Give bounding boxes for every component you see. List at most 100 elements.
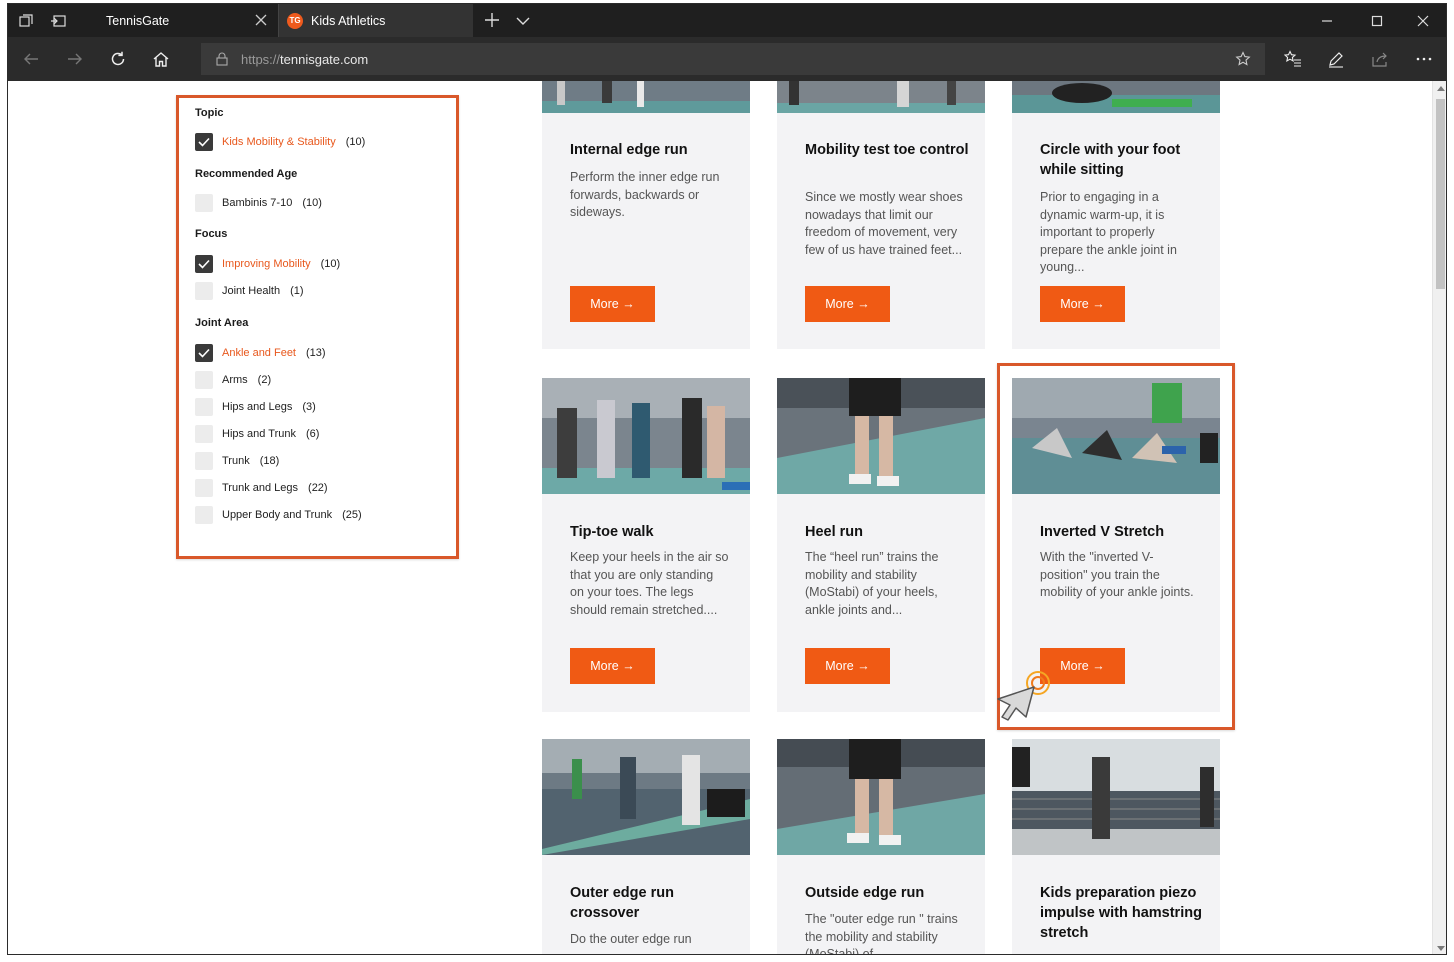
exercise-photo[interactable] (777, 378, 985, 494)
card-title[interactable]: Mobility test toe control (805, 140, 970, 160)
url-text: https://tennisgate.com (241, 52, 368, 67)
more-button[interactable]: More → (570, 286, 655, 322)
maximize-icon[interactable] (1354, 4, 1400, 37)
chevron-down-icon[interactable] (514, 12, 532, 30)
checkbox[interactable] (195, 425, 213, 443)
checkbox-checked[interactable] (195, 344, 213, 362)
checkbox[interactable] (195, 194, 213, 212)
page-content: Topic Kids Mobility & Stability (10) Rec… (8, 81, 1432, 954)
card-description: The “heel run” trains the mobility and s… (805, 550, 939, 617)
filter-option-improving-mobility[interactable]: Improving Mobility (10) (195, 254, 340, 274)
filter-panel: Topic Kids Mobility & Stability (10) Rec… (176, 95, 459, 559)
option-count: (10) (320, 258, 341, 270)
option-count: (18) (259, 455, 280, 467)
more-dots-icon[interactable] (1414, 49, 1434, 69)
card-title[interactable]: Circle with your foot while sitting (1040, 140, 1205, 180)
exercise-card: Tip-toe walk Keep your heels in the air … (542, 378, 750, 712)
option-name: Ankle and Feet (222, 347, 296, 359)
filter-option-trunk-legs[interactable]: Trunk and Legs (22) (195, 478, 362, 498)
filter-option-joint-health[interactable]: Joint Health (1) (195, 281, 340, 301)
card-description: Keep your heels in the air so that you a… (570, 550, 729, 617)
tab-tennisgate[interactable]: TennisGate (88, 4, 278, 37)
checkbox-checked[interactable] (195, 133, 213, 151)
refresh-icon[interactable] (106, 47, 130, 71)
filter-option-bambinis[interactable]: Bambinis 7-10 (10) (195, 193, 322, 213)
scrollbar-thumb[interactable] (1436, 99, 1445, 289)
more-button[interactable]: More → (1040, 286, 1125, 322)
filter-option-trunk[interactable]: Trunk (18) (195, 451, 362, 471)
option-name: Improving Mobility (222, 258, 311, 270)
exercise-card: Circle with your foot while sitting Prio… (1012, 81, 1220, 349)
card-title[interactable]: Internal edge run (570, 140, 735, 160)
pen-icon[interactable] (1326, 49, 1346, 69)
close-window-icon[interactable] (1400, 4, 1446, 37)
filter-option-arms[interactable]: Arms (2) (195, 370, 362, 390)
checkbox[interactable] (195, 506, 213, 524)
filter-group-topic: Topic Kids Mobility & Stability (10) (195, 107, 365, 152)
tennisgate-favicon-icon: TG (287, 12, 303, 29)
exercise-photo[interactable] (777, 739, 985, 855)
more-button[interactable]: More → (805, 648, 890, 684)
filter-group-title: Recommended Age (195, 168, 298, 180)
filter-option-kids-mobility[interactable]: Kids Mobility & Stability (10) (195, 132, 365, 152)
card-description: Since we mostly wear shoes nowadays that… (805, 190, 963, 257)
option-name: Trunk (222, 455, 250, 467)
checkbox[interactable] (195, 398, 213, 416)
minimize-icon[interactable] (1304, 4, 1350, 37)
more-button[interactable]: More → (805, 286, 890, 322)
tab-kids-athletics[interactable]: TG Kids Athletics (278, 4, 473, 37)
card-title[interactable]: Outside edge run (805, 883, 970, 903)
back-arrow-icon[interactable] (19, 47, 43, 71)
checkbox[interactable] (195, 452, 213, 470)
exercise-card: Outer edge run crossover Do the outer ed… (542, 739, 750, 954)
checkbox[interactable] (195, 371, 213, 389)
forward-arrow-icon[interactable] (63, 47, 87, 71)
exercise-photo[interactable] (542, 378, 750, 494)
home-icon[interactable] (149, 47, 173, 71)
address-bar[interactable]: https://tennisgate.com (201, 43, 1265, 75)
card-title[interactable]: Heel run (805, 522, 970, 542)
scroll-up-icon[interactable] (1437, 86, 1445, 91)
exercise-photo[interactable] (1012, 739, 1220, 855)
checkbox[interactable] (195, 479, 213, 497)
url-host: tennisgate.com (280, 51, 369, 67)
option-count: (25) (342, 509, 362, 521)
filter-option-hips-legs[interactable]: Hips and Legs (3) (195, 397, 362, 417)
option-name: Hips and Trunk (222, 428, 296, 440)
filter-option-hips-trunk[interactable]: Hips and Trunk (6) (195, 424, 362, 444)
option-name: Bambinis 7-10 (222, 197, 293, 209)
page-scrollbar[interactable] (1432, 81, 1446, 954)
filter-group-focus: Focus Improving Mobility (10) Joint Heal… (195, 228, 340, 301)
set-aside-tabs-icon[interactable] (42, 4, 74, 37)
option-count: (22) (308, 482, 328, 494)
option-count: (2) (257, 374, 272, 386)
checkmark-icon (198, 348, 210, 358)
card-title[interactable]: Tip-toe walk (570, 522, 735, 542)
close-tab-icon[interactable] (254, 13, 268, 27)
more-button[interactable]: More → (570, 648, 655, 684)
exercise-photo[interactable] (542, 739, 750, 855)
filter-option-ankle-feet[interactable]: Ankle and Feet (13) (195, 343, 362, 363)
exercise-card: Internal edge run Perform the inner edge… (542, 81, 750, 349)
exercise-card: Kids preparation piezo impulse with hams… (1012, 739, 1220, 954)
share-icon[interactable] (1370, 49, 1390, 69)
exercise-photo[interactable] (1012, 81, 1220, 113)
star-icon[interactable] (1235, 51, 1251, 67)
filter-option-upper-body-trunk[interactable]: Upper Body and Trunk (25) (195, 505, 362, 525)
option-name: Hips and Legs (222, 401, 293, 413)
checkbox-checked[interactable] (195, 255, 213, 273)
checkbox[interactable] (195, 282, 213, 300)
card-title[interactable]: Kids preparation piezo impulse with hams… (1040, 883, 1205, 943)
filter-group-title: Joint Area (195, 317, 249, 329)
card-title[interactable]: Outer edge run crossover (570, 883, 735, 923)
new-tab-icon[interactable] (482, 10, 502, 30)
scroll-down-icon[interactable] (1437, 946, 1445, 951)
exercise-card: Mobility test toe control Since we mostl… (777, 81, 985, 349)
tab-actions-icon[interactable] (10, 4, 42, 37)
exercise-card: Outside edge run The "outer edge run " t… (777, 739, 985, 954)
url-prefix: https:// (241, 51, 281, 67)
exercise-photo[interactable] (542, 81, 750, 113)
exercise-photo[interactable] (777, 81, 985, 113)
mouse-pointer-icon (997, 671, 1050, 721)
favorites-list-icon[interactable] (1283, 49, 1303, 69)
